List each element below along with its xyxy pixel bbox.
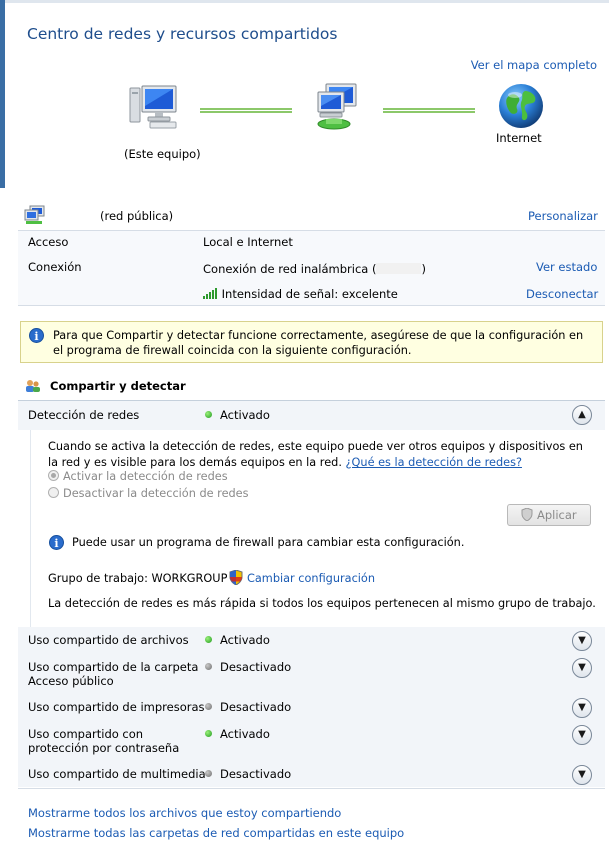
internet-globe-icon	[497, 82, 545, 133]
info-icon: i	[49, 535, 64, 550]
expand-chevron-down-icon[interactable]: ▼	[572, 698, 592, 718]
file-sharing-label: Uso compartido de archivos	[28, 633, 189, 647]
firewall-note: Puede usar un programa de firewall para …	[72, 536, 465, 549]
uac-shield-icon	[229, 570, 243, 585]
redacted-network-name	[376, 263, 422, 274]
this-computer-label: (Este equipo)	[124, 147, 201, 161]
status-on-icon	[205, 411, 212, 418]
internet-label: Internet	[496, 131, 542, 145]
apply-label: Aplicar	[537, 508, 577, 522]
network-icon	[312, 82, 364, 135]
workgroup-faster-note: La detección de redes es más rápida si t…	[48, 597, 596, 610]
customize-link[interactable]: Personalizar	[528, 209, 598, 223]
printer-sharing-status: Desactivado	[205, 700, 291, 714]
connection-line-1	[200, 108, 292, 113]
show-shared-folders-link[interactable]: Mostrarme todas las carpetas de red comp…	[28, 826, 404, 840]
signal-row: Intensidad de señal: excelente	[203, 287, 398, 301]
public-folder-sharing-status-text: Desactivado	[220, 660, 292, 674]
connection-label: Conexión	[28, 260, 82, 274]
view-full-map-link[interactable]: Ver el mapa completo	[471, 58, 597, 72]
network-discovery-label: Detección de redes	[28, 408, 140, 422]
discovery-off-label: Desactivar la detección de redes	[63, 487, 249, 500]
access-value: Local e Internet	[203, 235, 293, 249]
expand-chevron-down-icon[interactable]: ▼	[572, 631, 592, 651]
printer-sharing-status-text: Desactivado	[220, 700, 292, 714]
password-sharing-label: Uso compartido con protección por contra…	[28, 727, 180, 755]
status-on-icon	[205, 636, 212, 643]
network-type-label: (red pública)	[100, 209, 174, 223]
discovery-on-radio[interactable]: Activar la detección de redes	[48, 470, 228, 483]
expand-chevron-down-icon[interactable]: ▼	[572, 765, 592, 785]
left-accent-bar	[0, 0, 5, 188]
status-off-icon	[205, 663, 212, 670]
show-shared-files-link[interactable]: Mostrarme todos los archivos que estoy c…	[28, 806, 341, 820]
printer-sharing-label: Uso compartido de impresoras	[28, 700, 205, 714]
network-discovery-status-text: Activado	[220, 408, 270, 422]
public-folder-sharing-status: Desactivado	[205, 660, 291, 674]
status-off-icon	[205, 770, 212, 777]
expand-chevron-down-icon[interactable]: ▼	[572, 725, 592, 745]
status-off-icon	[205, 703, 212, 710]
firewall-info-text: Para que Compartir y detectar funcione c…	[53, 329, 584, 357]
uac-shield-icon	[521, 508, 533, 521]
connection-value: Conexión de red inalámbrica ()	[203, 262, 426, 276]
radio-unselected-icon	[48, 487, 59, 498]
page-title: Centro de redes y recursos compartidos	[27, 25, 338, 43]
firewall-info-banner: i Para que Compartir y detectar funcione…	[20, 321, 603, 363]
network-discovery-description: Cuando se activa la detección de redes, …	[48, 439, 593, 471]
file-sharing-status-text: Activado	[220, 633, 270, 647]
disconnect-link[interactable]: Desconectar	[526, 287, 598, 301]
discovery-off-radio[interactable]: Desactivar la detección de redes	[48, 487, 249, 500]
view-status-link[interactable]: Ver estado	[536, 260, 597, 274]
network-discovery-status: Activado	[205, 408, 270, 422]
sharing-section-title: Compartir y detectar	[50, 379, 186, 393]
divider	[18, 305, 605, 306]
discovery-on-label: Activar la detección de redes	[63, 470, 228, 483]
password-sharing-status: Activado	[205, 727, 270, 741]
radio-selected-icon	[48, 470, 59, 481]
connection-line-2	[383, 108, 475, 113]
media-sharing-label: Uso compartido de multimedia	[28, 767, 206, 781]
apply-button[interactable]: Aplicar	[507, 504, 591, 526]
status-on-icon	[205, 730, 212, 737]
signal-bars-icon	[203, 288, 217, 299]
workgroup-label: Grupo de trabajo: WORKGROUP	[48, 572, 228, 585]
this-computer-icon	[128, 84, 182, 135]
file-sharing-status: Activado	[205, 633, 270, 647]
info-icon: i	[29, 328, 44, 343]
connection-value-suffix: )	[421, 262, 426, 276]
media-sharing-status: Desactivado	[205, 767, 291, 781]
media-sharing-status-text: Desactivado	[220, 767, 292, 781]
window-top-edge	[0, 0, 609, 3]
divider	[18, 788, 605, 789]
access-label: Acceso	[28, 235, 69, 249]
public-network-icon	[24, 205, 48, 230]
password-sharing-status-text: Activado	[220, 727, 270, 741]
public-folder-sharing-label: Uso compartido de la carpeta Acceso públ…	[28, 660, 199, 688]
sharing-users-icon	[25, 379, 41, 396]
connection-value-prefix: Conexión de red inalámbrica (	[203, 262, 377, 276]
what-is-discovery-link[interactable]: ¿Qué es la detección de redes?	[346, 456, 522, 469]
signal-strength: Intensidad de señal: excelente	[221, 287, 398, 301]
collapse-chevron-up-icon[interactable]: ▲	[572, 405, 592, 425]
expand-chevron-down-icon[interactable]: ▼	[572, 658, 592, 678]
change-settings-link[interactable]: Cambiar configuración	[247, 571, 375, 587]
